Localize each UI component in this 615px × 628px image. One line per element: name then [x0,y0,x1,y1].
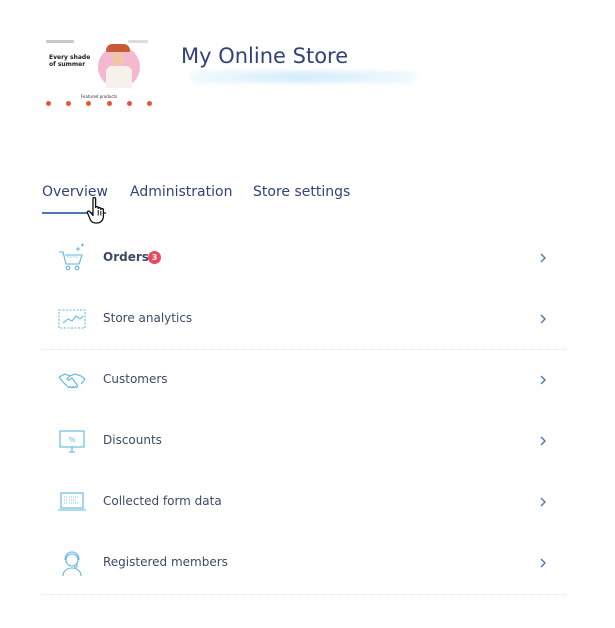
menu-item-label: Collected form data [103,494,222,508]
svg-text:%: % [69,436,76,444]
member-icon [62,551,82,577]
menu-item-registered-members[interactable]: Registered members [42,533,566,594]
list-bottom-divider [42,594,566,595]
cart-icon [59,243,84,271]
handshake-icon [58,373,86,389]
chevron-right-icon [540,497,546,507]
discount-icon: % [59,430,85,453]
menu-item-label: Discounts [103,433,162,447]
menu-item-store-analytics[interactable]: Store analytics [42,289,566,350]
thumbnail-model [106,66,132,88]
thumbnail-face [112,52,124,66]
menu-item-discounts[interactable]: % Discounts [42,411,566,472]
orders-count-badge: 3 [148,251,161,264]
thumbnail-nav [46,40,74,43]
menu-item-customers[interactable]: Customers [42,350,566,411]
overview-menu: Orders 3 Store analytics Customers % Dis… [42,228,566,596]
menu-item-label: Customers [103,372,168,386]
thumbnail-products [44,101,154,106]
chevron-right-icon [540,436,546,446]
tab-store-settings[interactable]: Store settings [253,184,350,200]
tab-administration[interactable]: Administration [130,184,232,200]
menu-item-label: Store analytics [103,311,193,325]
thumbnail-hero-text: Every shade of summer [49,54,91,68]
hand-cursor-icon [86,196,105,224]
thumbnail-featured-label: Featured products [80,94,118,99]
store-title: My Online Store [181,44,349,68]
menu-item-collected-form-data[interactable]: Collected form data [42,472,566,533]
chevron-right-icon [540,253,546,263]
thumbnail-nav-right [128,40,148,43]
menu-item-label: Orders [103,250,149,264]
form-data-icon [58,492,86,511]
chevron-right-icon [540,314,546,324]
chevron-right-icon [540,558,546,568]
menu-item-label: Registered members [103,555,228,569]
store-url-blurred [190,71,416,83]
chevron-right-icon [540,375,546,385]
analytics-icon [58,309,86,329]
thumbnail-hat [106,44,130,52]
store-thumbnail[interactable]: Every shade of summer Featured products [44,38,154,106]
menu-item-orders[interactable]: Orders 3 [42,228,566,289]
